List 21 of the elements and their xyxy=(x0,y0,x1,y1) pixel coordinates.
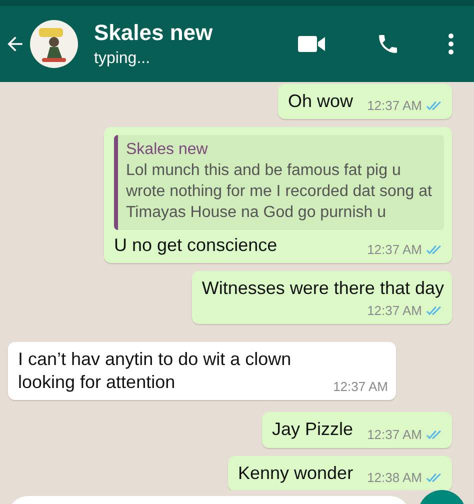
contact-name[interactable]: Skales new xyxy=(94,20,248,46)
avatar-icon[interactable] xyxy=(30,20,78,68)
more-options-icon[interactable] xyxy=(448,33,454,55)
message-text: Jay Pizzle xyxy=(272,418,354,442)
message-time: 12:37 AM xyxy=(367,242,422,258)
message-time: 12:37 AM xyxy=(333,379,388,394)
video-call-icon[interactable] xyxy=(298,34,326,54)
quote-author: Skales new xyxy=(126,141,209,160)
quote-text: Lol munch this and be famous fat pig u wrote nothing for me I recorded dat song at Timayas House na God go purnish u xyxy=(126,161,433,223)
phone-icon[interactable] xyxy=(376,32,400,56)
message-time: 12:38 AM xyxy=(367,470,422,486)
message-text: Oh wow xyxy=(288,90,354,113)
message-text: U no get conscience xyxy=(114,234,278,257)
message-time: 12:37 AM xyxy=(367,426,422,442)
typing-status: typing... xyxy=(94,50,152,68)
message-time: 12:37 AM xyxy=(367,98,422,114)
message-time: 12:37 AM xyxy=(367,302,422,318)
message-text: Witnesses were there that day xyxy=(202,277,444,300)
quoted-message[interactable]: Skales new Lol munch this and be famous fat pig u wrote nothing for me I recorded dat song at Timayas House na God go purnish u xyxy=(114,135,444,230)
message-text: Kenny wonder xyxy=(238,462,354,485)
message-text: I can’t hav anytin to do wit a clown looking for attention xyxy=(18,348,292,394)
